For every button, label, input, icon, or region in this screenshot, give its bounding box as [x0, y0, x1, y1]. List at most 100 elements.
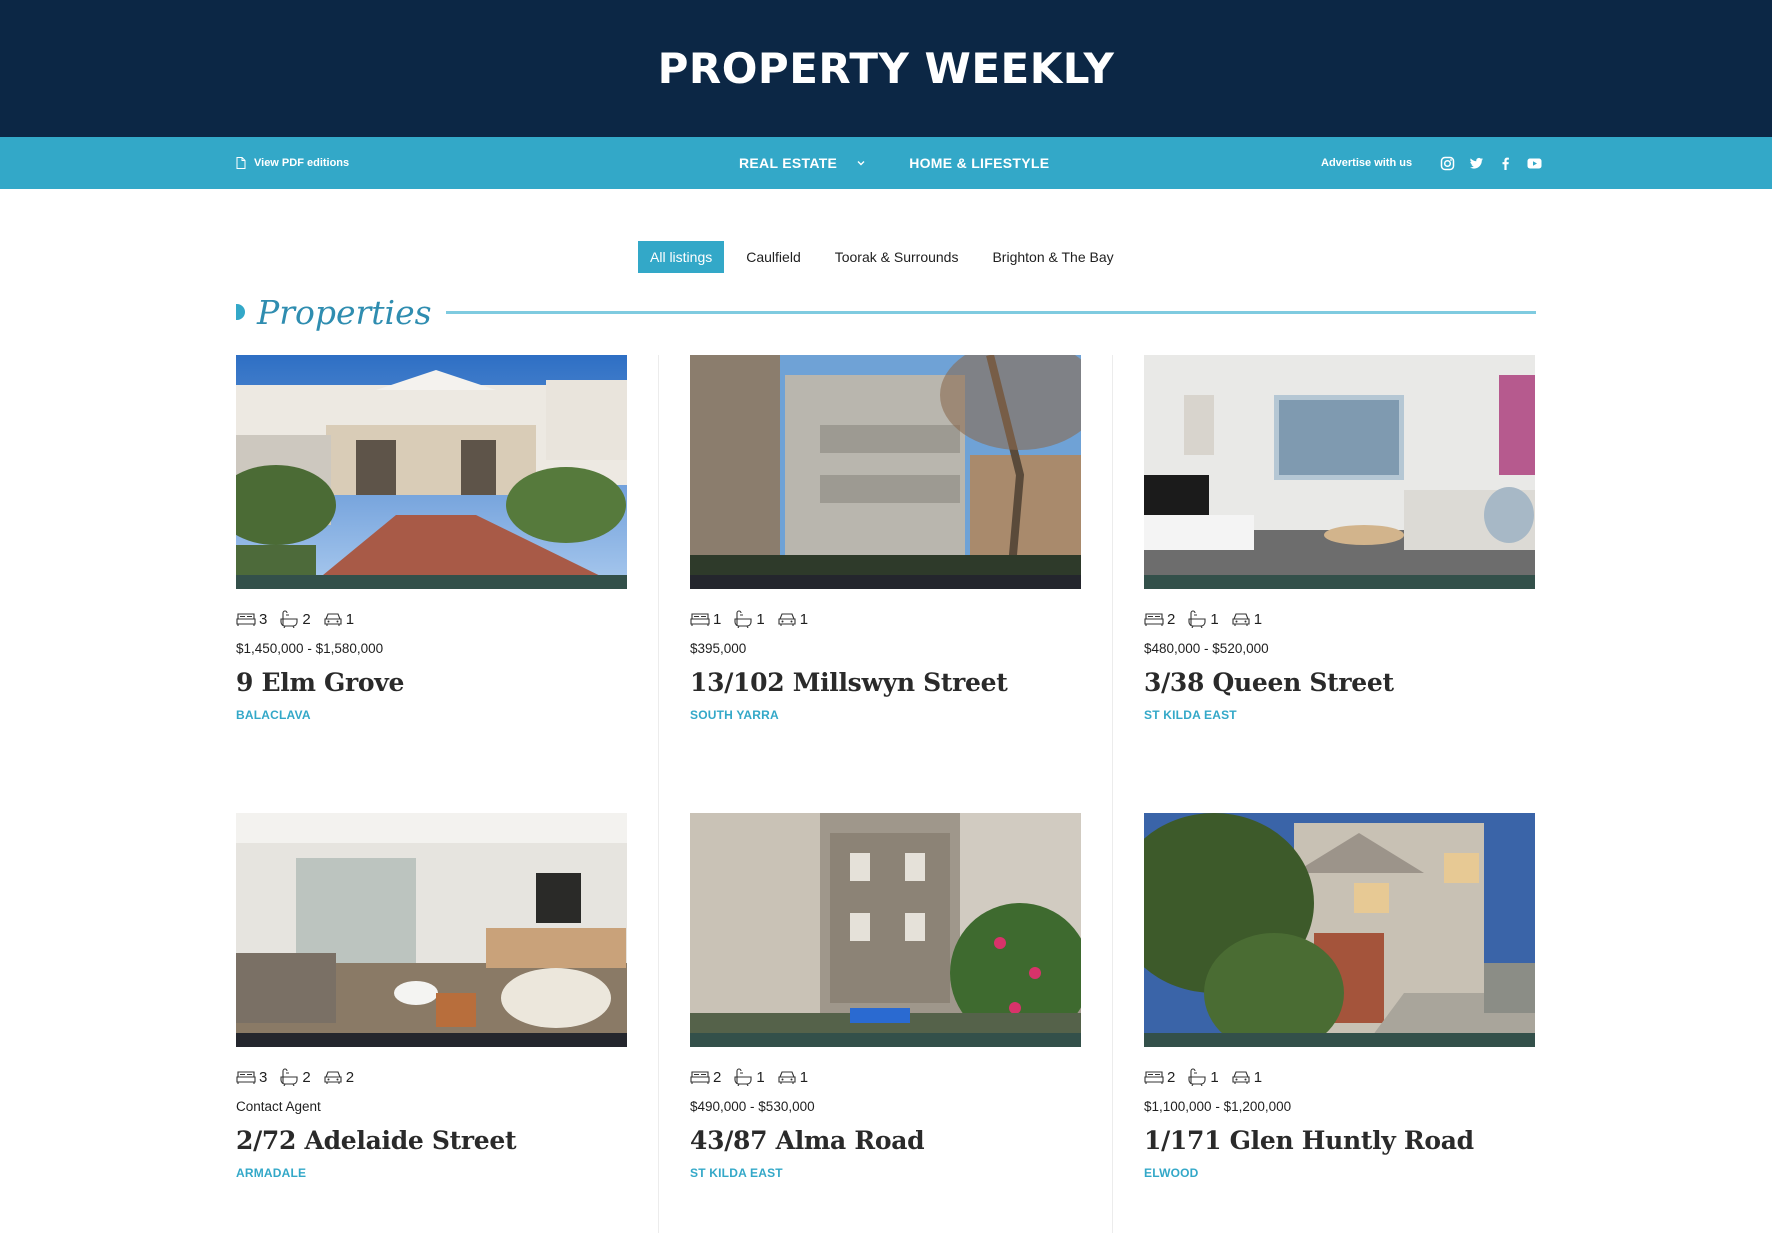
section-marker [236, 304, 245, 320]
bedrooms: 3 [236, 610, 267, 628]
bedrooms: 2 [1144, 1068, 1175, 1086]
bath-icon [280, 610, 298, 628]
pdf-editions-label: View PDF editions [254, 157, 350, 169]
photo-band [236, 1033, 627, 1047]
listing-card[interactable]: 2 1 1 $1,100,000 - $1,200,000 1/171 Glen… [1144, 813, 1535, 1180]
bathroom-count: 2 [302, 1068, 311, 1086]
listing-features: 2 1 1 [1144, 609, 1535, 629]
listing-suburb[interactable]: ST KILDA EAST [690, 1166, 1081, 1180]
listing-address[interactable]: 43/87 Alma Road [690, 1126, 1081, 1155]
listing-address[interactable]: 3/38 Queen Street [1144, 668, 1535, 697]
car-spaces: 1 [777, 610, 808, 628]
listing-features: 1 1 1 [690, 609, 1081, 629]
listing-photo[interactable] [690, 813, 1081, 1047]
photo-band [1144, 1033, 1535, 1047]
listing-price: $395,000 [690, 641, 747, 656]
listing-card[interactable]: 3 2 1 $1,450,000 - $1,580,000 9 Elm Grov… [236, 355, 627, 722]
bedroom-count: 2 [713, 1068, 722, 1086]
masthead: PROPERTY WEEKLY [0, 0, 1772, 137]
car-icon [324, 1071, 342, 1084]
listing-price: $1,450,000 - $1,580,000 [236, 641, 384, 656]
car-spaces: 1 [323, 610, 354, 628]
listing-address[interactable]: 1/171 Glen Huntly Road [1144, 1126, 1535, 1155]
car-count: 1 [345, 610, 355, 628]
nav-item-real-estate[interactable]: REAL ESTATE [739, 155, 867, 171]
car-spaces: 1 [777, 1068, 808, 1086]
listing-suburb[interactable]: ELWOOD [1144, 1166, 1535, 1180]
listing-address[interactable]: 2/72 Adelaide Street [236, 1126, 627, 1155]
bathrooms: 2 [279, 1068, 311, 1086]
column-divider [1112, 355, 1113, 1233]
bedroom-count: 1 [713, 610, 722, 628]
column-divider [658, 355, 659, 1233]
listing-suburb[interactable]: ARMADALE [236, 1166, 627, 1180]
nav-item-home-lifestyle[interactable]: HOME & LIFESTYLE [909, 155, 1049, 171]
listing-price: $480,000 - $520,000 [1144, 641, 1269, 656]
car-icon [1232, 613, 1250, 626]
car-spaces: 1 [1231, 1068, 1262, 1086]
listing-card[interactable]: 2 1 1 $480,000 - $520,000 3/38 Queen Str… [1144, 355, 1535, 722]
listing-address[interactable]: 13/102 Millswyn Street [690, 668, 1081, 697]
bedrooms: 1 [690, 610, 721, 628]
car-spaces: 2 [323, 1068, 354, 1086]
bedroom-count: 2 [1167, 610, 1176, 628]
listing-card[interactable]: 2 1 1 $490,000 - $530,000 43/87 Alma Roa… [690, 813, 1081, 1180]
bathrooms: 1 [1187, 1068, 1219, 1086]
listing-features: 3 2 2 [236, 1067, 627, 1087]
bed-icon [690, 613, 710, 626]
nav-menu: REAL ESTATE HOME & LIFESTYLE [739, 137, 1049, 189]
bed-icon [690, 1071, 710, 1084]
bathroom-count: 1 [756, 610, 765, 628]
bed-icon [1144, 1071, 1164, 1084]
listing-photo[interactable] [1144, 813, 1535, 1047]
listing-photo[interactable] [236, 813, 627, 1047]
section-rule [445, 310, 1536, 314]
car-count: 1 [1253, 1068, 1263, 1086]
chevron-down-icon [857, 161, 865, 166]
photo-band [236, 575, 627, 589]
document-icon [236, 157, 246, 169]
pdf-editions-link[interactable]: View PDF editions [236, 137, 349, 189]
bedroom-count: 3 [259, 610, 268, 628]
listing-card[interactable]: 3 2 2 Contact Agent 2/72 Adelaide Street… [236, 813, 627, 1180]
bath-icon [1188, 610, 1206, 628]
car-icon [778, 1071, 796, 1084]
bed-icon [1144, 613, 1164, 626]
listing-address[interactable]: 9 Elm Grove [236, 668, 627, 697]
section-title: Properties [257, 292, 432, 332]
bath-icon [734, 610, 752, 628]
advertise-link[interactable]: Advertise with us [1321, 157, 1412, 169]
car-icon [1232, 1071, 1250, 1084]
listing-price: Contact Agent [236, 1099, 321, 1114]
filter-brighton-the-bay[interactable]: Brighton & The Bay [980, 241, 1125, 273]
bedrooms: 3 [236, 1068, 267, 1086]
bathrooms: 1 [733, 610, 765, 628]
bedrooms: 2 [690, 1068, 721, 1086]
filter-all-listings[interactable]: All listings [638, 241, 725, 273]
facebook-icon[interactable] [1498, 156, 1513, 171]
listing-price: $1,100,000 - $1,200,000 [1144, 1099, 1292, 1114]
listing-photo[interactable] [690, 355, 1081, 589]
bath-icon [1188, 1068, 1206, 1086]
listing-card[interactable]: 1 1 1 $395,000 13/102 Millswyn Street SO… [690, 355, 1081, 722]
nav-utilities: Advertise with us [1321, 137, 1542, 189]
car-spaces: 1 [1231, 610, 1262, 628]
twitter-icon[interactable] [1469, 156, 1484, 171]
bath-icon [280, 1068, 298, 1086]
properties-heading: Properties [236, 290, 1536, 334]
listing-photo[interactable] [236, 355, 627, 589]
listing-photo[interactable] [1144, 355, 1535, 589]
instagram-icon[interactable] [1440, 156, 1455, 171]
site-title[interactable]: PROPERTY WEEKLY [658, 44, 1115, 93]
bathrooms: 2 [279, 610, 311, 628]
car-icon [324, 613, 342, 626]
listing-suburb[interactable]: SOUTH YARRA [690, 708, 1081, 722]
listing-suburb[interactable]: ST KILDA EAST [1144, 708, 1535, 722]
car-count: 1 [799, 1068, 809, 1086]
youtube-icon[interactable] [1527, 156, 1542, 171]
filter-caulfield[interactable]: Caulfield [734, 241, 812, 273]
listing-suburb[interactable]: BALACLAVA [236, 708, 627, 722]
nav-item-label: HOME & LIFESTYLE [909, 155, 1050, 171]
filter-toorak-surrounds[interactable]: Toorak & Surrounds [823, 241, 971, 273]
car-count: 2 [345, 1068, 355, 1086]
